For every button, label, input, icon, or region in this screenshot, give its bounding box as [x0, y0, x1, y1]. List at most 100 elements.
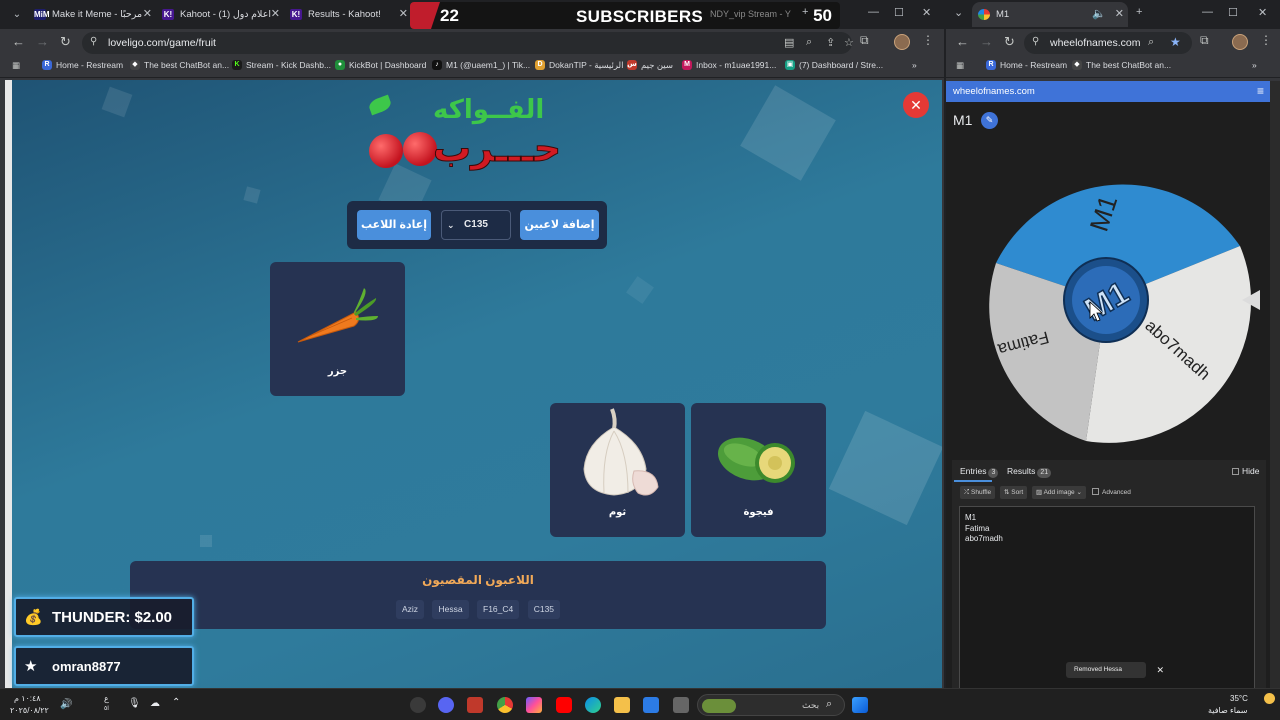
advanced-checkbox[interactable]: [1092, 488, 1099, 495]
bookmark-restream[interactable]: R Home - Restream: [42, 60, 123, 70]
name-wheel[interactable]: M1 abo7madh Fatima M1: [962, 156, 1262, 456]
input-language[interactable]: ع: [104, 694, 109, 703]
weather-description[interactable]: سماء صافية: [1208, 706, 1248, 715]
add-image-button[interactable]: ▨ Add image ⌄: [1032, 486, 1086, 499]
bookmark-kick-dashboard[interactable]: K Stream - Kick Dashb...: [232, 60, 331, 70]
share-icon[interactable]: ⇪: [826, 36, 835, 49]
bookmark-inbox[interactable]: M Inbox - m1uae1991...: [682, 60, 776, 70]
right-page-scrollbar[interactable]: [1270, 81, 1280, 688]
site-info-icon[interactable]: ⚲: [90, 36, 97, 47]
page-scrollbar[interactable]: [5, 80, 12, 688]
edge-app-icon[interactable]: [585, 697, 601, 713]
entries-textarea[interactable]: M1 Fatima abo7madh: [959, 506, 1255, 688]
new-tab-icon[interactable]: +: [802, 6, 808, 18]
apps-grid-icon[interactable]: ▦: [956, 60, 964, 71]
hamburger-menu-icon[interactable]: ≡: [1257, 84, 1264, 98]
fruit-card-carrot[interactable]: جزر: [270, 262, 405, 396]
tab-m1-wheel[interactable]: M1 🔈 ✕: [972, 2, 1128, 27]
player-select[interactable]: ⌄ C135: [441, 210, 511, 240]
translate-icon[interactable]: ▤: [784, 36, 794, 49]
tab-results[interactable]: Results 21: [1007, 466, 1052, 478]
tab-kahoot-results[interactable]: K! Results - Kahoot! ✕: [284, 2, 412, 27]
bookmark-kickbot[interactable]: ● KickBot | Dashboard: [335, 60, 426, 70]
sort-button[interactable]: ⇅ Sort: [1000, 486, 1028, 499]
youtube-app-icon[interactable]: [556, 697, 572, 713]
extensions-puzzle-icon[interactable]: ⧉: [860, 33, 869, 48]
weather-temperature[interactable]: 35°C: [1230, 694, 1248, 703]
tab-search-chevron-icon[interactable]: ⌄: [954, 6, 963, 19]
back-arrow-icon[interactable]: ←: [956, 34, 969, 49]
forward-arrow-icon[interactable]: →: [980, 34, 993, 49]
url-omnibox[interactable]: ⚲ wheelofnames.com ⌕ ★: [1024, 32, 1192, 54]
close-tab-icon[interactable]: ✕: [143, 2, 152, 27]
store-app-icon[interactable]: [643, 697, 659, 713]
more-menu-icon[interactable]: ⋮: [1260, 33, 1272, 47]
hide-toggle[interactable]: Hide: [1232, 466, 1259, 476]
site-name[interactable]: wheelofnames.com: [953, 86, 1035, 97]
close-game-button[interactable]: ✕: [903, 92, 929, 118]
sun-weather-icon[interactable]: [1264, 693, 1275, 704]
voicemeeter-app-icon[interactable]: [467, 697, 483, 713]
bookmark-dashboard[interactable]: ▣ (7) Dashboard / Stre...: [785, 60, 883, 70]
tray-chevron-up-icon[interactable]: ⌃: [172, 697, 180, 708]
bookmark-chatbot[interactable]: ◆ The best ChatBot an...: [1072, 60, 1171, 70]
minimize-icon[interactable]: —: [1202, 6, 1213, 18]
microphone-icon[interactable]: 🎙: [128, 698, 141, 709]
maximize-icon[interactable]: ☐: [1228, 6, 1238, 19]
close-window-icon[interactable]: ✕: [922, 6, 931, 19]
advanced-toggle[interactable]: Advanced: [1092, 488, 1131, 496]
clock-time[interactable]: ١٠:٤٨ م: [14, 694, 41, 703]
tab-make-it-meme[interactable]: MiM Make it Meme - مرحبًا ✕: [28, 2, 156, 27]
back-arrow-icon[interactable]: ←: [12, 34, 25, 49]
file-explorer-icon[interactable]: [614, 697, 630, 713]
more-menu-icon[interactable]: ⋮: [922, 33, 934, 47]
fruit-card-garlic[interactable]: ثوم: [550, 403, 685, 537]
forward-arrow-icon[interactable]: →: [36, 34, 49, 49]
reload-icon[interactable]: ↻: [1004, 34, 1015, 50]
edit-pencil-icon[interactable]: ✎: [981, 112, 998, 129]
more-bookmarks-icon[interactable]: »: [912, 60, 917, 70]
taskbar-search[interactable]: بحث ⌕: [697, 694, 845, 716]
profile-avatar[interactable]: [1232, 34, 1248, 50]
reset-player-button[interactable]: إعادة اللاعب: [357, 210, 431, 240]
minimize-icon[interactable]: —: [868, 6, 879, 18]
mute-tab-icon[interactable]: 🔈: [1092, 2, 1106, 27]
reload-icon[interactable]: ↻: [60, 34, 71, 50]
url-omnibox[interactable]: ⚲ loveligo.com/game/fruit ▤ ⌕ ⇪ ☆: [82, 32, 854, 54]
tab-search-chevron-icon[interactable]: ⌄: [8, 6, 26, 24]
add-players-button[interactable]: إضافة لاعبين: [520, 210, 599, 240]
new-tab-icon[interactable]: +: [1136, 6, 1142, 18]
bookmark-tiktok[interactable]: ♪ M1 (@uaem1_) | Tik...: [432, 60, 530, 70]
apps-grid-icon[interactable]: ▦: [12, 60, 20, 71]
bookmark-dokantip[interactable]: D DokanTIP - الرئيسية: [535, 60, 623, 71]
more-bookmarks-icon[interactable]: »: [1252, 60, 1257, 70]
close-tab-icon[interactable]: ✕: [1115, 2, 1124, 27]
extensions-puzzle-icon[interactable]: ⧉: [1200, 33, 1209, 48]
cloud-icon[interactable]: ☁: [150, 698, 160, 709]
close-window-icon[interactable]: ✕: [1258, 6, 1267, 19]
discord-app-icon[interactable]: [438, 697, 454, 713]
clock-date[interactable]: ٢٠٢٥/٠٨/٢٢: [10, 706, 49, 715]
bookmark-restream[interactable]: R Home - Restream: [986, 60, 1067, 70]
taskview-icon[interactable]: [673, 697, 689, 713]
bookmark-star-icon[interactable]: ☆: [844, 36, 854, 49]
obs-app-icon[interactable]: [410, 697, 426, 713]
chrome-app-icon[interactable]: [497, 697, 513, 713]
close-toast-icon[interactable]: ✕: [1156, 662, 1164, 678]
zoom-icon[interactable]: ⌕: [1148, 36, 1154, 49]
site-info-icon[interactable]: ⚲: [1032, 36, 1039, 47]
speaker-icon[interactable]: 🔊: [60, 699, 72, 710]
start-windows-icon[interactable]: [852, 697, 868, 713]
maximize-icon[interactable]: ☐: [894, 6, 904, 19]
fruit-card-feijoa[interactable]: فيجوة: [691, 403, 826, 537]
bookmark-star-filled-icon[interactable]: ★: [1170, 35, 1181, 49]
zoom-icon[interactable]: ⌕: [806, 36, 812, 49]
hide-checkbox[interactable]: [1232, 468, 1239, 475]
copilot-app-icon[interactable]: [526, 697, 542, 713]
profile-avatar[interactable]: [894, 34, 910, 50]
shuffle-button[interactable]: ⤮ Shuffle: [960, 486, 996, 499]
bookmark-chatbot[interactable]: ◆ The best ChatBot an...: [130, 60, 229, 70]
tab-entries[interactable]: Entries 3: [960, 466, 999, 478]
close-tab-icon[interactable]: ✕: [399, 2, 408, 27]
tab-kahoot[interactable]: K! Kahoot - (1) اعلام دول ✕: [156, 2, 284, 27]
